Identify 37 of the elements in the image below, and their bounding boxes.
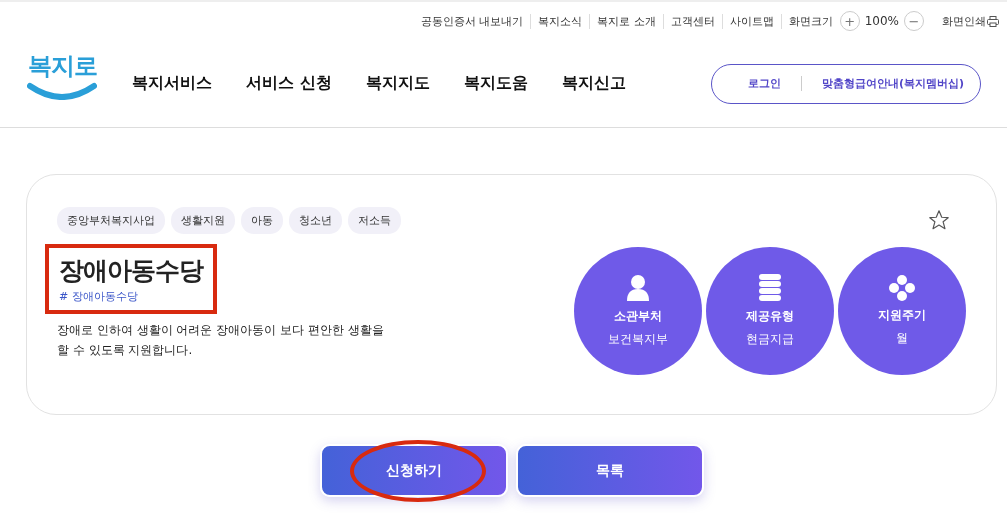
category-tag[interactable]: 중앙부처복지사업	[57, 207, 165, 234]
nav-item[interactable]: 복지지도	[365, 73, 430, 94]
print-button[interactable]: 화면인쇄	[924, 13, 999, 29]
printer-icon	[987, 15, 999, 27]
info-value: 보건복지부	[608, 331, 668, 348]
info-value: 월	[896, 330, 908, 347]
favorite-star-icon[interactable]	[928, 209, 950, 231]
category-tag[interactable]: 아동	[241, 207, 283, 234]
zoom-in-button[interactable]: +	[839, 11, 860, 31]
info-label: 소관부처	[614, 308, 662, 325]
utility-link[interactable]: 공동인증서 내보내기	[413, 13, 531, 29]
utility-link[interactable]: 복지소식	[530, 13, 590, 29]
account-link[interactable]: 맞춤형급여안내(복지멤버십)	[800, 76, 964, 91]
nav-item[interactable]: 서비스 신청	[246, 73, 332, 94]
category-tag[interactable]: 청소년	[289, 207, 342, 234]
utility-link[interactable]: 고객센터	[662, 13, 722, 29]
action-button[interactable]: 목록	[515, 444, 704, 497]
info-label: 제공유형	[746, 308, 794, 325]
nav-item[interactable]: 복지도움	[463, 73, 528, 94]
zoom-level: 100%	[864, 14, 899, 28]
utility-link[interactable]: 사이트맵	[721, 13, 781, 29]
person-icon	[626, 274, 650, 302]
service-title: 장애아동수당	[59, 255, 203, 287]
hashtag[interactable]: # 장애아동수당	[59, 289, 203, 304]
service-description: 장애로 인하여 생활이 어려운 장애아동이 보다 편안한 생활을 할 수 있도록 지원합니다.	[57, 322, 385, 359]
zoom-out-button[interactable]: −	[904, 11, 924, 31]
account-link[interactable]: 로그인	[727, 76, 801, 91]
utility-link[interactable]: 복지로 소개	[589, 13, 663, 29]
info-label: 지원주기	[878, 307, 926, 324]
category-tag[interactable]: 생활지원	[171, 207, 235, 234]
database-icon	[759, 274, 781, 302]
info-value: 현금지급	[746, 331, 794, 348]
utility-link[interactable]: 화면크기	[780, 13, 840, 29]
category-tag[interactable]: 저소득	[348, 207, 401, 234]
nav-item[interactable]: 복지서비스	[132, 73, 212, 94]
nav-item[interactable]: 복지신고	[561, 73, 626, 94]
dots-icon	[889, 275, 915, 301]
